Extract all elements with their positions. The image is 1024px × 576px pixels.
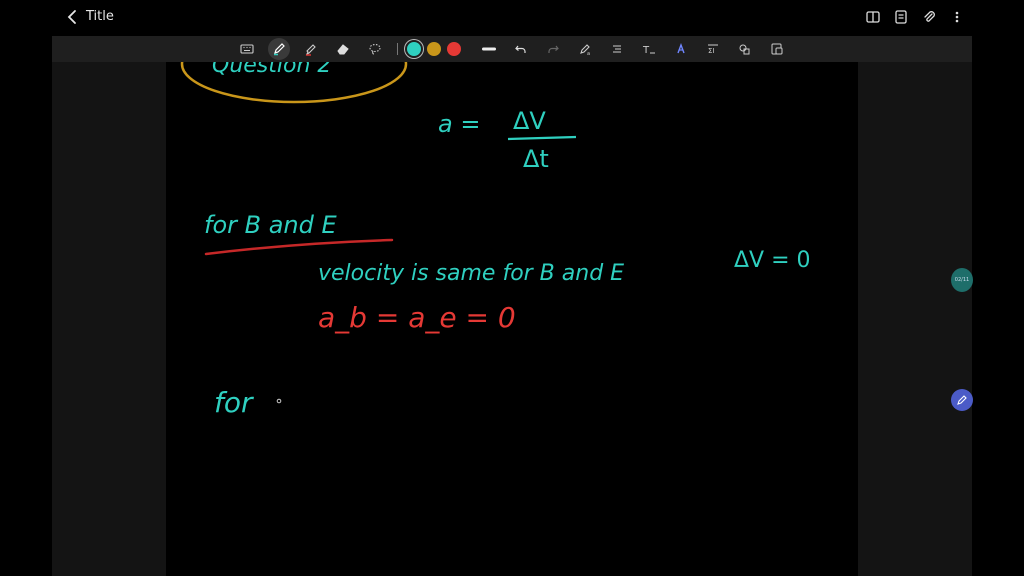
ink-dot xyxy=(276,398,282,404)
formula-numerator: ΔV xyxy=(513,107,546,135)
lasso-icon[interactable] xyxy=(364,38,386,60)
svg-text:a: a xyxy=(587,51,590,56)
eraser-icon[interactable] xyxy=(332,38,354,60)
text-icon[interactable]: T xyxy=(638,38,660,60)
text-align-icon[interactable] xyxy=(606,38,628,60)
pen-icon xyxy=(957,395,967,405)
right-gutter xyxy=(858,62,972,576)
section-b-e: for B and E xyxy=(204,211,338,239)
heading-text: Question 2 xyxy=(212,62,331,78)
note-canvas[interactable]: Question 2 a = ΔV Δt for B and E velocit… xyxy=(166,62,858,576)
fraction-bar xyxy=(507,135,577,141)
velocity-note: velocity is same for B and E xyxy=(318,261,624,286)
insert-icon[interactable] xyxy=(766,38,788,60)
color-swatch-gold[interactable] xyxy=(427,42,441,56)
highlighter-icon[interactable] xyxy=(300,38,322,60)
formula-denominator: Δt xyxy=(523,145,549,173)
page-indicator[interactable]: 02/11 xyxy=(951,268,973,292)
color-swatch-teal[interactable] xyxy=(407,42,421,56)
ink-layer: Question 2 a = ΔV Δt for B and E velocit… xyxy=(180,62,811,419)
book-icon[interactable] xyxy=(864,8,882,26)
section-next: for xyxy=(214,386,254,419)
shape-icon[interactable] xyxy=(670,38,692,60)
toolbar-divider xyxy=(397,43,398,55)
note-icon[interactable] xyxy=(892,8,910,26)
keyboard-icon[interactable] xyxy=(236,38,258,60)
shapes-icon[interactable] xyxy=(734,38,756,60)
top-actions xyxy=(864,8,966,26)
line-width-icon[interactable] xyxy=(478,38,500,60)
formula-lhs: a = xyxy=(438,110,480,138)
attach-icon[interactable] xyxy=(920,8,938,26)
acceleration-result: a_b = a_e = 0 xyxy=(318,301,516,334)
math-icon[interactable]: ΣI xyxy=(702,38,724,60)
pen-fab-button[interactable] xyxy=(951,389,973,411)
page-indicator-text: 02/11 xyxy=(954,277,970,283)
delta-v: ΔV = 0 xyxy=(734,248,811,273)
note-title[interactable]: Title xyxy=(86,9,114,24)
more-icon[interactable] xyxy=(948,8,966,26)
pen-icon[interactable] xyxy=(268,38,290,60)
section-underline xyxy=(204,238,394,256)
svg-text:T: T xyxy=(642,45,650,56)
left-gutter xyxy=(52,62,166,576)
color-swatch-red[interactable] xyxy=(447,42,461,56)
drawing-toolbar: a T ΣI xyxy=(52,36,972,62)
redo-icon[interactable] xyxy=(542,38,564,60)
top-bar: Title xyxy=(0,0,1024,35)
undo-icon[interactable] xyxy=(510,38,532,60)
pen-settings-icon[interactable]: a xyxy=(574,38,596,60)
back-icon[interactable] xyxy=(64,8,82,26)
svg-text:ΣI: ΣI xyxy=(708,47,715,55)
